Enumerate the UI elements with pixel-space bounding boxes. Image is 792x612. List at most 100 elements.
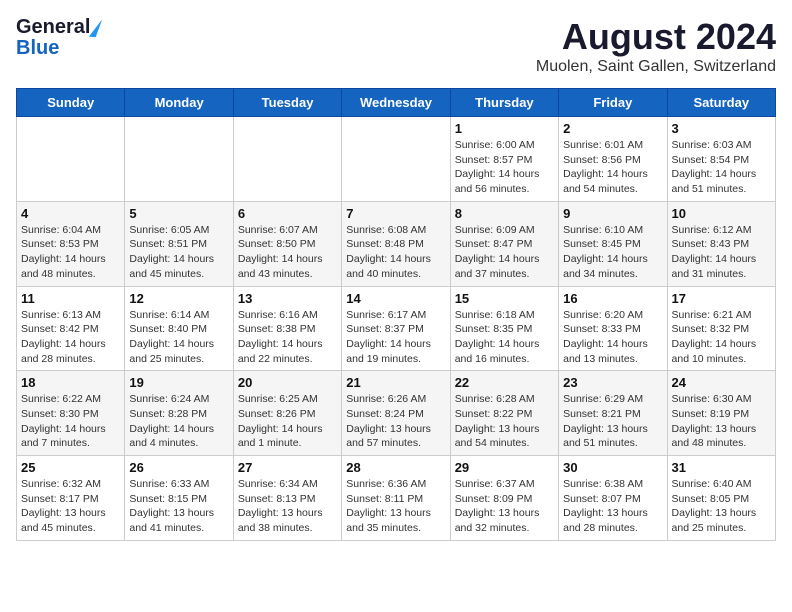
day-number: 26 [129, 460, 228, 475]
day-info: Sunrise: 6:03 AMSunset: 8:54 PMDaylight:… [672, 138, 771, 197]
day-info: Sunrise: 6:40 AMSunset: 8:05 PMDaylight:… [672, 477, 771, 536]
day-number: 24 [672, 375, 771, 390]
calendar-cell: 15Sunrise: 6:18 AMSunset: 8:35 PMDayligh… [450, 286, 558, 371]
day-number: 30 [563, 460, 662, 475]
day-info: Sunrise: 6:05 AMSunset: 8:51 PMDaylight:… [129, 223, 228, 282]
subtitle: Muolen, Saint Gallen, Switzerland [536, 58, 776, 76]
day-number: 11 [21, 291, 120, 306]
day-number: 28 [346, 460, 445, 475]
calendar-header-row: SundayMondayTuesdayWednesdayThursdayFrid… [17, 89, 776, 117]
day-number: 6 [238, 206, 337, 221]
calendar-cell [342, 117, 450, 202]
day-number: 7 [346, 206, 445, 221]
calendar-cell: 27 Sunrise: 6:34 AMSunset: 8:13 PMDayligh… [233, 456, 341, 541]
calendar-cell: 7 Sunrise: 6:08 AMSunset: 8:48 PMDaylight… [342, 201, 450, 286]
day-info: Sunrise: 6:08 AMSunset: 8:48 PMDaylight:… [346, 223, 445, 282]
day-of-week-monday: Monday [125, 89, 233, 117]
calendar-cell: 20 Sunrise: 6:25 AMSunset: 8:26 PMDayligh… [233, 371, 341, 456]
calendar-cell: 12 Sunrise: 6:14 AMSunset: 8:40 PMDayligh… [125, 286, 233, 371]
day-info: Sunrise: 6:13 AMSunset: 8:42 PMDaylight:… [21, 308, 120, 367]
day-number: 29 [455, 460, 554, 475]
calendar-cell: 18 Sunrise: 6:22 AMSunset: 8:30 PMDayligh… [17, 371, 125, 456]
calendar-cell: 31Sunrise: 6:40 AMSunset: 8:05 PMDayligh… [667, 456, 775, 541]
logo-general-text: General [16, 16, 90, 39]
day-number: 2 [563, 121, 662, 136]
day-number: 3 [672, 121, 771, 136]
calendar-week-row: 25Sunrise: 6:32 AMSunset: 8:17 PMDayligh… [17, 456, 776, 541]
logo-triangle-icon [89, 18, 102, 37]
calendar-cell: 19 Sunrise: 6:24 AMSunset: 8:28 PMDayligh… [125, 371, 233, 456]
day-info: Sunrise: 6:29 AMSunset: 8:21 PMDaylight:… [563, 392, 662, 451]
main-title: August 2024 [536, 16, 776, 58]
day-of-week-wednesday: Wednesday [342, 89, 450, 117]
calendar-cell [17, 117, 125, 202]
day-of-week-tuesday: Tuesday [233, 89, 341, 117]
calendar-cell [125, 117, 233, 202]
day-info: Sunrise: 6:14 AMSunset: 8:40 PMDaylight:… [129, 308, 228, 367]
day-number: 16 [563, 291, 662, 306]
day-number: 21 [346, 375, 445, 390]
day-number: 4 [21, 206, 120, 221]
calendar-cell: 8 Sunrise: 6:09 AMSunset: 8:47 PMDaylight… [450, 201, 558, 286]
calendar-cell: 6Sunrise: 6:07 AMSunset: 8:50 PMDaylight… [233, 201, 341, 286]
day-info: Sunrise: 6:04 AMSunset: 8:53 PMDaylight:… [21, 223, 120, 282]
calendar-cell: 13 Sunrise: 6:16 AMSunset: 8:38 PMDayligh… [233, 286, 341, 371]
day-number: 17 [672, 291, 771, 306]
day-info: Sunrise: 6:20 AMSunset: 8:33 PMDaylight:… [563, 308, 662, 367]
calendar-cell: 30Sunrise: 6:38 AMSunset: 8:07 PMDayligh… [559, 456, 667, 541]
calendar-cell: 14Sunrise: 6:17 AMSunset: 8:37 PMDayligh… [342, 286, 450, 371]
calendar-cell: 22Sunrise: 6:28 AMSunset: 8:22 PMDayligh… [450, 371, 558, 456]
calendar-cell: 1 Sunrise: 6:00 AMSunset: 8:57 PMDaylight… [450, 117, 558, 202]
calendar-cell: 9 Sunrise: 6:10 AMSunset: 8:45 PMDaylight… [559, 201, 667, 286]
calendar-cell: 23 Sunrise: 6:29 AMSunset: 8:21 PMDayligh… [559, 371, 667, 456]
calendar-cell: 16 Sunrise: 6:20 AMSunset: 8:33 PMDayligh… [559, 286, 667, 371]
day-info: Sunrise: 6:16 AMSunset: 8:38 PMDaylight:… [238, 308, 337, 367]
day-of-week-thursday: Thursday [450, 89, 558, 117]
day-info: Sunrise: 6:12 AMSunset: 8:43 PMDaylight:… [672, 223, 771, 282]
day-number: 9 [563, 206, 662, 221]
day-info: Sunrise: 6:34 AMSunset: 8:13 PMDaylight:… [238, 477, 337, 536]
day-number: 27 [238, 460, 337, 475]
day-info: Sunrise: 6:09 AMSunset: 8:47 PMDaylight:… [455, 223, 554, 282]
calendar-cell: 29 Sunrise: 6:37 AMSunset: 8:09 PMDayligh… [450, 456, 558, 541]
calendar-table: SundayMondayTuesdayWednesdayThursdayFrid… [16, 88, 776, 541]
calendar-cell: 10 Sunrise: 6:12 AMSunset: 8:43 PMDayligh… [667, 201, 775, 286]
calendar-cell: 25Sunrise: 6:32 AMSunset: 8:17 PMDayligh… [17, 456, 125, 541]
day-info: Sunrise: 6:01 AMSunset: 8:56 PMDaylight:… [563, 138, 662, 197]
calendar-week-row: 18 Sunrise: 6:22 AMSunset: 8:30 PMDayligh… [17, 371, 776, 456]
page-header: General Blue August 2024 Muolen, Saint G… [16, 16, 776, 76]
day-number: 22 [455, 375, 554, 390]
day-info: Sunrise: 6:18 AMSunset: 8:35 PMDaylight:… [455, 308, 554, 367]
calendar-cell: 21 Sunrise: 6:26 AMSunset: 8:24 PMDayligh… [342, 371, 450, 456]
day-info: Sunrise: 6:37 AMSunset: 8:09 PMDaylight:… [455, 477, 554, 536]
calendar-cell: 5 Sunrise: 6:05 AMSunset: 8:51 PMDaylight… [125, 201, 233, 286]
day-info: Sunrise: 6:22 AMSunset: 8:30 PMDaylight:… [21, 392, 120, 451]
day-info: Sunrise: 6:00 AMSunset: 8:57 PMDaylight:… [455, 138, 554, 197]
day-info: Sunrise: 6:32 AMSunset: 8:17 PMDaylight:… [21, 477, 120, 536]
logo-blue-text: Blue [16, 37, 59, 60]
day-info: Sunrise: 6:10 AMSunset: 8:45 PMDaylight:… [563, 223, 662, 282]
calendar-cell: 4 Sunrise: 6:04 AMSunset: 8:53 PMDaylight… [17, 201, 125, 286]
calendar-cell: 28Sunrise: 6:36 AMSunset: 8:11 PMDayligh… [342, 456, 450, 541]
day-of-week-saturday: Saturday [667, 89, 775, 117]
day-number: 1 [455, 121, 554, 136]
day-of-week-friday: Friday [559, 89, 667, 117]
day-number: 20 [238, 375, 337, 390]
day-number: 23 [563, 375, 662, 390]
day-info: Sunrise: 6:25 AMSunset: 8:26 PMDaylight:… [238, 392, 337, 451]
day-number: 13 [238, 291, 337, 306]
day-of-week-sunday: Sunday [17, 89, 125, 117]
day-info: Sunrise: 6:30 AMSunset: 8:19 PMDaylight:… [672, 392, 771, 451]
day-number: 12 [129, 291, 228, 306]
day-number: 18 [21, 375, 120, 390]
day-number: 8 [455, 206, 554, 221]
day-number: 10 [672, 206, 771, 221]
calendar-cell: 11 Sunrise: 6:13 AMSunset: 8:42 PMDayligh… [17, 286, 125, 371]
day-info: Sunrise: 6:26 AMSunset: 8:24 PMDaylight:… [346, 392, 445, 451]
calendar-week-row: 1 Sunrise: 6:00 AMSunset: 8:57 PMDaylight… [17, 117, 776, 202]
day-info: Sunrise: 6:33 AMSunset: 8:15 PMDaylight:… [129, 477, 228, 536]
day-number: 19 [129, 375, 228, 390]
day-number: 5 [129, 206, 228, 221]
day-info: Sunrise: 6:24 AMSunset: 8:28 PMDaylight:… [129, 392, 228, 451]
title-area: August 2024 Muolen, Saint Gallen, Switze… [536, 16, 776, 76]
